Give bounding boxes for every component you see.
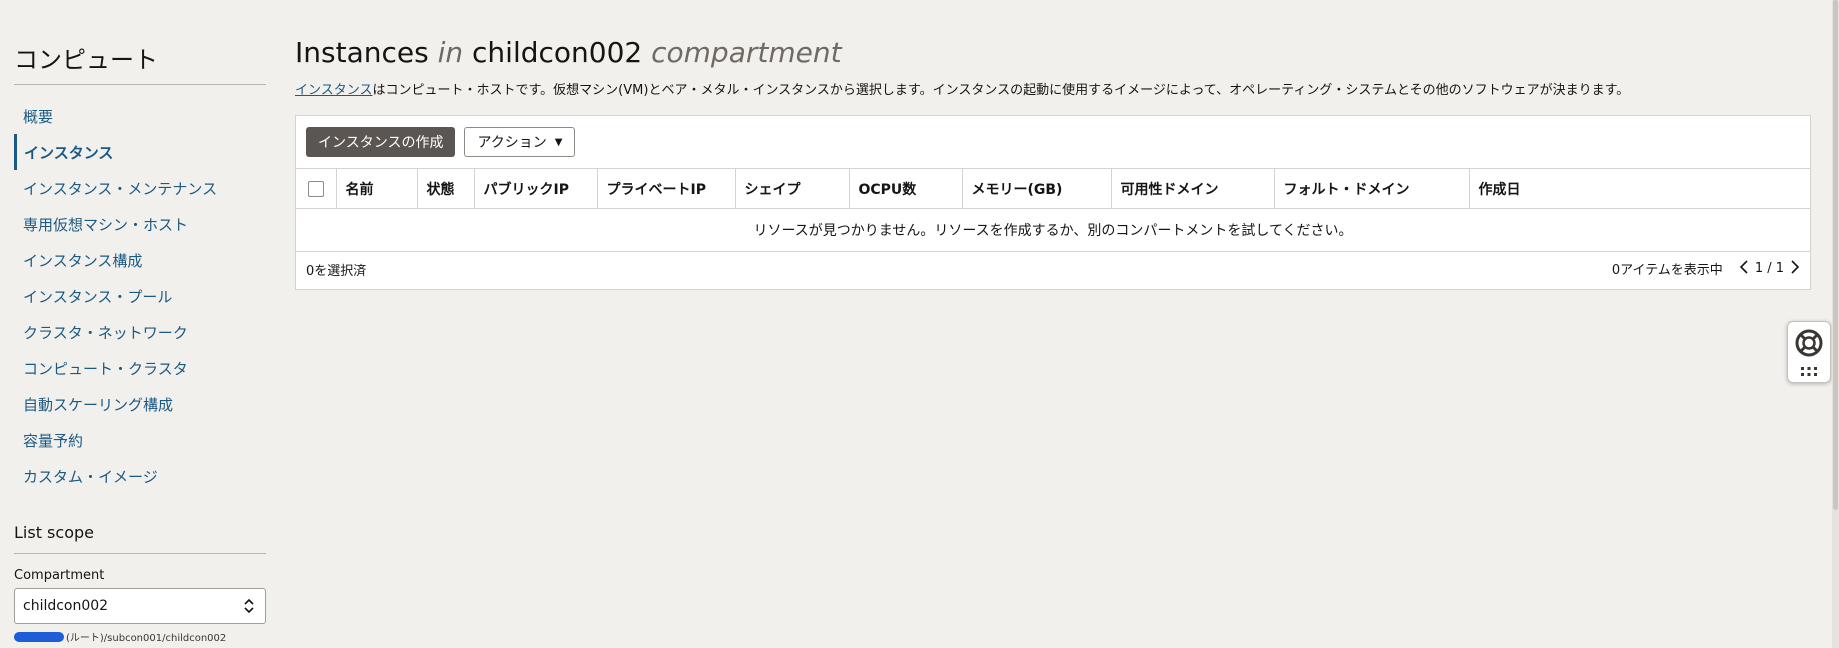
page-title-suffix: compartment xyxy=(651,36,842,69)
sidebar: コンピュート 概要 インスタンス インスタンス・メンテナンス 専用仮想マシン・ホ… xyxy=(14,0,266,648)
column-header-availability-domain[interactable]: 可用性ドメイン xyxy=(1111,168,1275,209)
compartment-path: (ルート)/subcon001/childcon002 xyxy=(14,629,226,644)
sidebar-item-compute-clusters[interactable]: コンピュート・クラスタ xyxy=(14,350,266,386)
items-shown-count: 0アイテムを表示中 xyxy=(1611,263,1723,278)
select-all-header xyxy=(296,168,337,209)
sidebar-item-capacity-reservations[interactable]: 容量予約 xyxy=(14,422,266,458)
sidebar-item-instance-maintenance[interactable]: インスタンス・メンテナンス xyxy=(14,170,266,206)
list-scope-divider xyxy=(14,553,266,554)
pagination: 0アイテムを表示中 1 / 1 xyxy=(1612,259,1800,278)
instances-table: 名前 状態 パブリックIP プライベートIP シェイプ OCPU数 メモリー(G… xyxy=(296,168,1810,252)
chevron-left-icon[interactable] xyxy=(1739,260,1749,277)
column-header-private-ip[interactable]: プライベートIP xyxy=(597,168,736,209)
select-chevrons-icon xyxy=(243,598,255,614)
instances-table-panel: インスタンスの作成 アクション ▼ 名前 状態 パブリックIP プライベートIP… xyxy=(295,115,1811,290)
table-header-row: 名前 状態 パブリックIP プライベートIP シェイプ OCPU数 メモリー(G… xyxy=(296,168,1810,209)
page-title-compartment: childcon002 xyxy=(472,36,643,69)
column-header-fault-domain[interactable]: フォルト・ドメイン xyxy=(1274,168,1470,209)
empty-message: リソースが見つかりません。リソースを作成するか、別のコンパートメントを試してくだ… xyxy=(296,208,1810,252)
sidebar-item-instance-configurations[interactable]: インスタンス構成 xyxy=(14,242,266,278)
page-title-resource: Instances xyxy=(295,36,429,69)
page-scrollbar-thumb[interactable] xyxy=(1833,0,1838,510)
page-description: インスタンスはコンピュート・ホストです。仮想マシン(VM)とベア・メタル・インス… xyxy=(295,79,1629,98)
column-header-shape[interactable]: シェイプ xyxy=(735,168,850,209)
compartment-select[interactable]: childcon002 xyxy=(14,588,266,624)
chevron-right-icon[interactable] xyxy=(1790,260,1800,277)
create-instance-button[interactable]: インスタンスの作成 xyxy=(306,127,456,157)
sidebar-item-instances[interactable]: インスタンス xyxy=(14,134,266,170)
sidebar-item-dedicated-vm-hosts[interactable]: 専用仮想マシン・ホスト xyxy=(14,206,266,242)
help-widget[interactable] xyxy=(1787,321,1831,383)
compartment-path-text: (ルート)/subcon001/childcon002 xyxy=(66,633,227,644)
table-empty-row: リソースが見つかりません。リソースを作成するか、別のコンパートメントを試してくだ… xyxy=(296,208,1810,252)
sidebar-item-cluster-networks[interactable]: クラスタ・ネットワーク xyxy=(14,314,266,350)
sidebar-divider xyxy=(14,84,266,85)
column-header-created[interactable]: 作成日 xyxy=(1469,168,1810,209)
compartment-label: Compartment xyxy=(14,568,105,583)
sidebar-item-instance-pools[interactable]: インスタンス・プール xyxy=(14,278,266,314)
page-indicator: 1 / 1 xyxy=(1754,261,1784,276)
lifebuoy-icon[interactable] xyxy=(1794,328,1824,362)
column-header-state[interactable]: 状態 xyxy=(417,168,475,209)
sidebar-item-overview[interactable]: 概要 xyxy=(14,98,266,134)
page-title: Instances in childcon002 compartment xyxy=(295,36,842,69)
apps-grid-icon[interactable] xyxy=(1799,364,1819,383)
list-scope-title: List scope xyxy=(14,523,94,542)
column-header-memory[interactable]: メモリー(GB) xyxy=(962,168,1112,209)
sidebar-nav: 概要 インスタンス インスタンス・メンテナンス 専用仮想マシン・ホスト インスタ… xyxy=(14,98,266,494)
page-description-text: はコンピュート・ホストです。仮想マシン(VM)とベア・メタル・インスタンスから選… xyxy=(372,83,1630,98)
table-toolbar: インスタンスの作成 アクション ▼ xyxy=(306,127,576,157)
chevron-down-icon: ▼ xyxy=(554,136,563,148)
column-header-ocpu[interactable]: OCPU数 xyxy=(849,168,963,209)
sidebar-title: コンピュート xyxy=(14,46,158,74)
actions-menu-label: アクション xyxy=(477,135,547,151)
selected-count: 0を選択済 xyxy=(306,264,367,279)
instances-doc-link[interactable]: インスタンス xyxy=(295,83,372,98)
sidebar-item-autoscaling[interactable]: 自動スケーリング構成 xyxy=(14,386,266,422)
redacted-tenancy-name xyxy=(14,631,64,642)
column-header-public-ip[interactable]: パブリックIP xyxy=(474,168,598,209)
select-all-checkbox[interactable] xyxy=(307,180,324,197)
column-header-name[interactable]: 名前 xyxy=(336,168,418,209)
actions-menu-button[interactable]: アクション ▼ xyxy=(464,127,576,157)
page-title-in: in xyxy=(437,36,464,69)
sidebar-item-custom-images[interactable]: カスタム・イメージ xyxy=(14,458,266,494)
compartment-select-value: childcon002 xyxy=(23,598,109,614)
